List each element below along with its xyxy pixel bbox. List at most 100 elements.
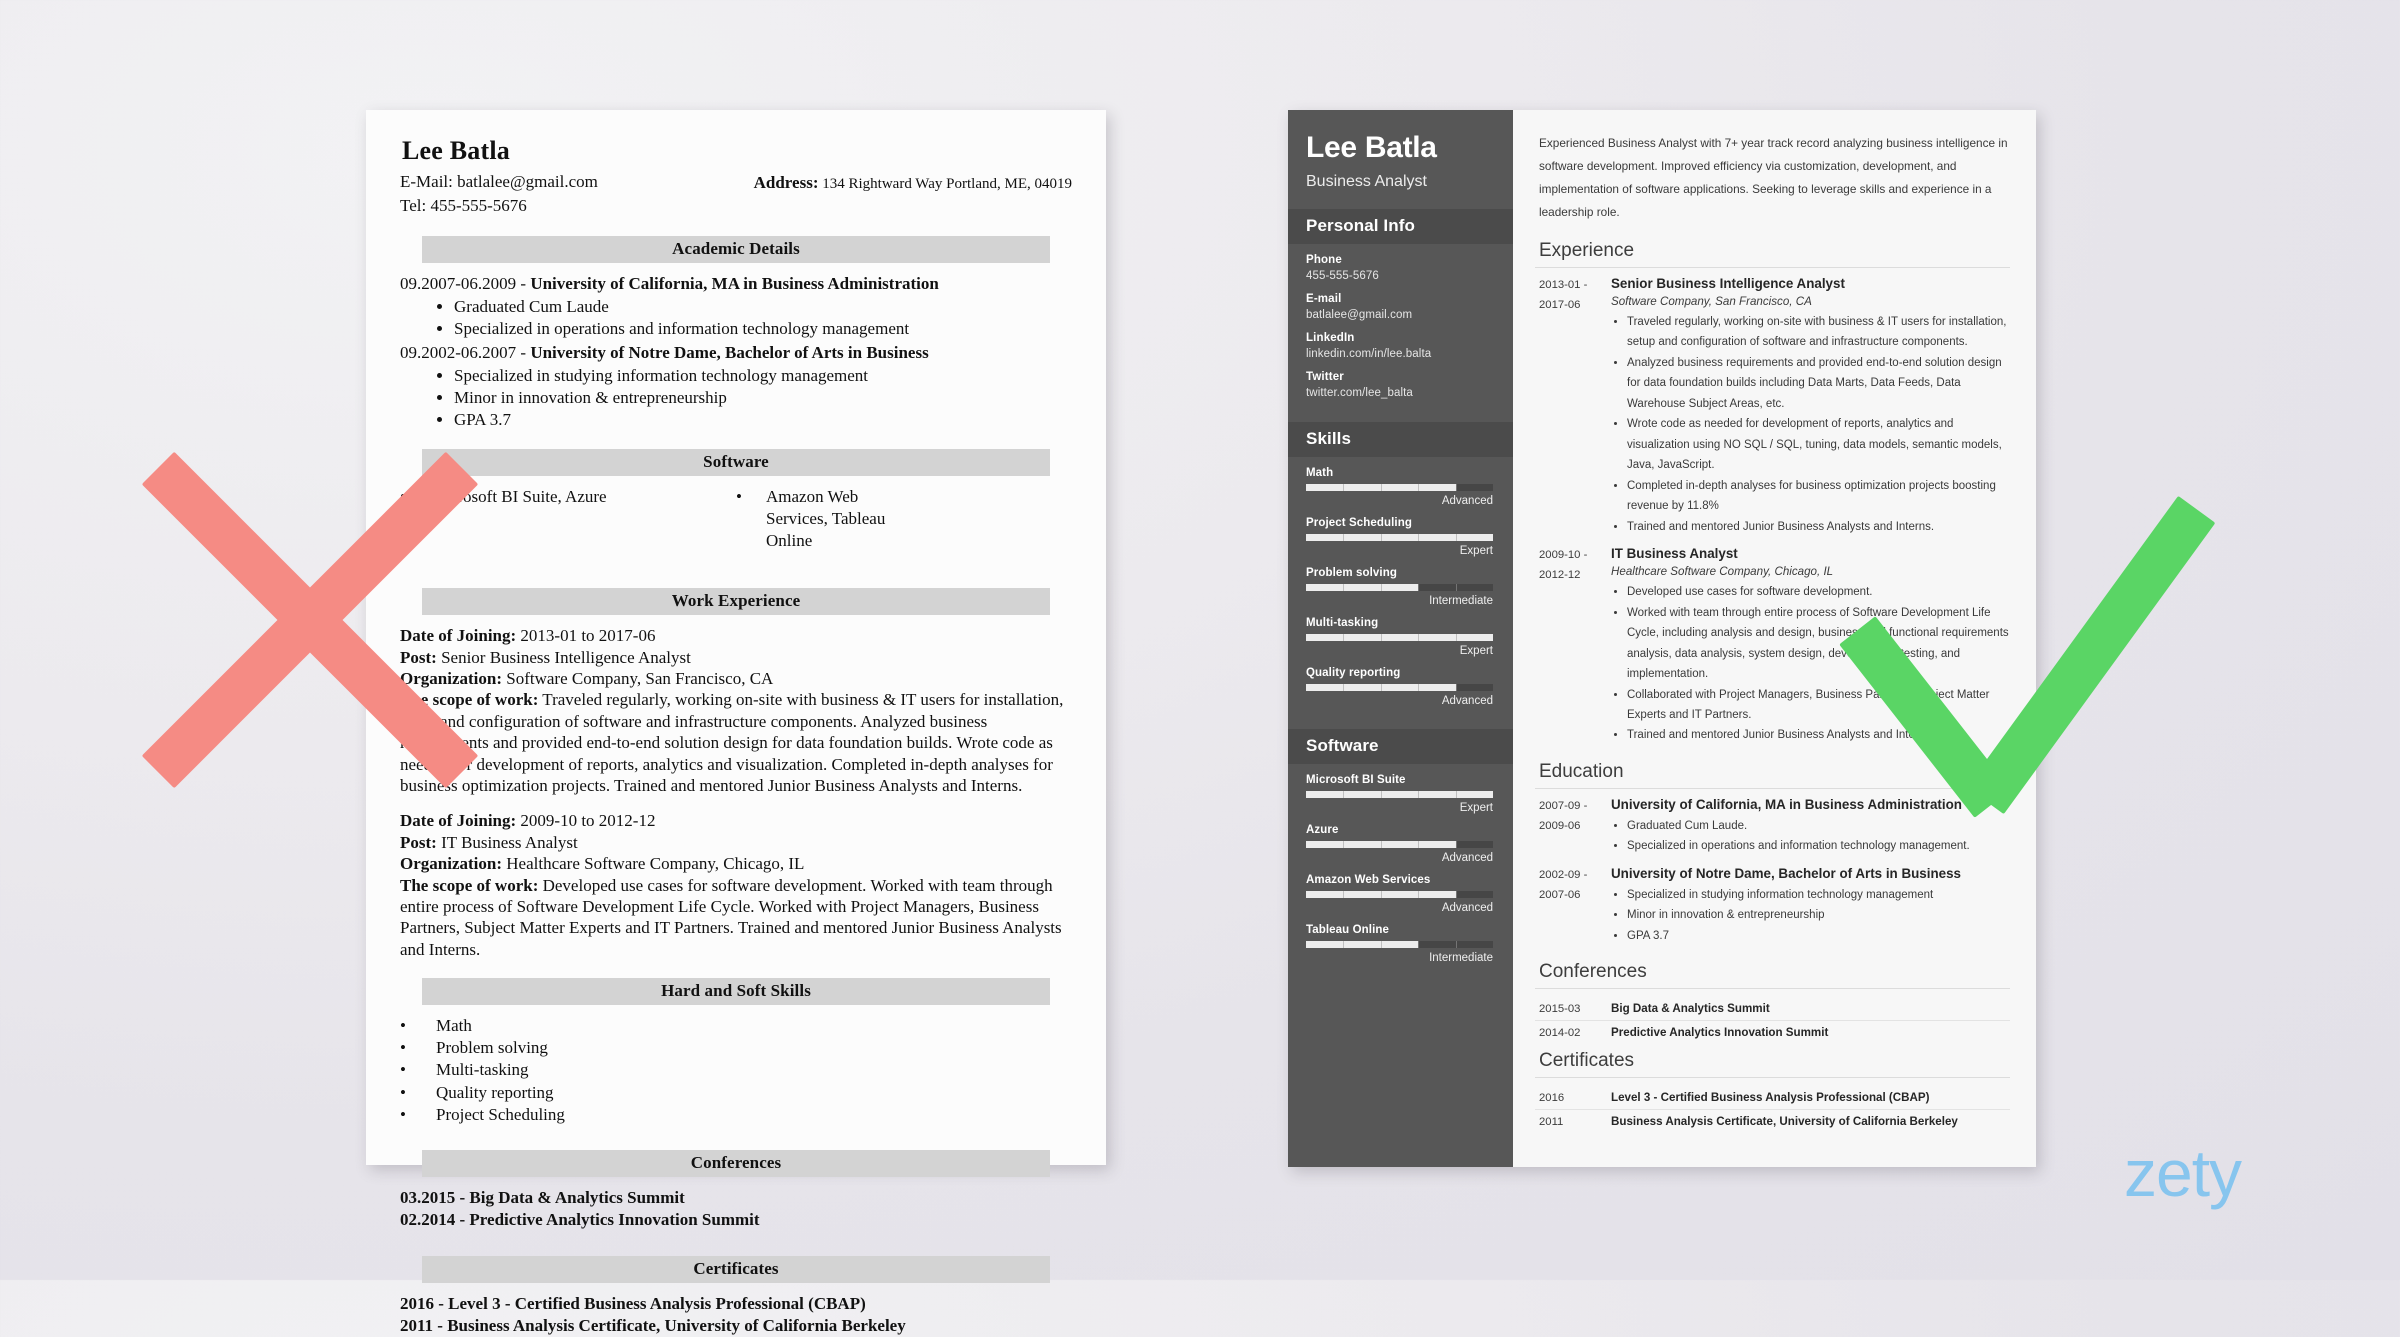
bar-tick <box>1455 840 1457 848</box>
skill-level: Expert <box>1459 644 1493 657</box>
bar-tick <box>1418 790 1420 798</box>
bad-skill-item: • Quality reporting <box>400 1082 1072 1104</box>
skill-progress-fill <box>1306 940 1419 948</box>
bad-edu-dates: 09.2002-06.2007 - <box>400 343 531 363</box>
experience-item: 2013-01 -2017-06 Senior Business Intellig… <box>1535 276 2010 537</box>
personal-info-field: Phone 455-555-5676 <box>1306 254 1493 282</box>
bar-tick <box>1418 483 1420 491</box>
bar-tick <box>1343 940 1345 948</box>
bad-conference-item: 02.2014 - Predictive Analytics Innovatio… <box>400 1210 760 1230</box>
entry-bullet: Worked with team through entire process … <box>1627 603 2010 685</box>
bar-tick <box>1455 890 1457 898</box>
bad-edu-dates: 09.2007-06.2009 - <box>400 274 531 294</box>
bad-skill-label: Quality reporting <box>436 1082 554 1102</box>
bar-tick <box>1380 940 1382 948</box>
bar-tick <box>1343 483 1345 491</box>
bar-tick <box>1455 790 1457 798</box>
skill-level: Advanced <box>1441 901 1493 914</box>
personal-info-field: LinkedIn linkedin.com/in/lee.balta <box>1306 332 1493 360</box>
skill-progress-fill <box>1306 533 1493 541</box>
skill-progress-bar <box>1306 533 1493 541</box>
skill-label: Amazon Web Services <box>1306 873 1431 886</box>
entry-date: 2002-09 -2007-06 <box>1539 868 1588 901</box>
skill-item: Project Scheduling Expert <box>1306 517 1493 557</box>
skill-label: Microsoft BI Suite <box>1306 773 1406 786</box>
row-title: Big Data & Analytics Summit <box>1611 1002 1770 1016</box>
rejected-resume-page: Lee Batla E-Mail: batlalee@gmail.com Tel… <box>366 110 1106 1335</box>
skill-label: Azure <box>1306 823 1339 836</box>
entry-bullets: Graduated Cum Laude.Specialized in opera… <box>1611 816 2010 857</box>
bad-resume-name: Lee Batla <box>402 136 510 165</box>
personal-info-value: 455-555-5676 <box>1306 269 1379 282</box>
bar-tick <box>1418 533 1420 541</box>
skills-bar-list: Math Advanced Project Scheduling Expert Prob… <box>1288 457 1513 729</box>
skill-progress-bar <box>1306 840 1493 848</box>
entry-date: 2009-10 -2012-12 <box>1539 549 1588 581</box>
personal-info-list: Phone 455-555-5676 E-mail batlalee@gmail.co… <box>1288 244 1513 422</box>
education-list: 2007-09 -2009-06 University of California… <box>1535 797 2010 946</box>
skill-item: Multi-tasking Expert <box>1306 617 1493 657</box>
bad-edu-bullets: Graduated Cum LaudeSpecialized in operat… <box>400 296 1072 340</box>
bullet-icon: • <box>400 1016 406 1036</box>
bad-skill-label: Math <box>436 1016 472 1036</box>
bad-certificate-item: 2011 - Business Analysis Certificate, Un… <box>400 1316 906 1336</box>
bar-tick <box>1455 533 1457 541</box>
bar-tick <box>1380 533 1382 541</box>
bad-section-hard-soft-skills: Hard and Soft Skills <box>422 978 1050 1006</box>
resume-sidebar: Lee Batla Business Analyst Personal Info… <box>1288 110 1513 1167</box>
skill-level: Advanced <box>1441 851 1493 864</box>
personal-info-label: LinkedIn <box>1306 331 1355 344</box>
zety-logo: zety <box>2124 1136 2242 1210</box>
skill-level: Intermediate <box>1429 594 1493 607</box>
skill-level: Advanced <box>1441 494 1493 507</box>
skill-progress-bar <box>1306 890 1493 898</box>
entry-title: University of Notre Dame, Bachelor of Ar… <box>1611 865 1961 881</box>
software-item: Amazon Web Services Advanced <box>1306 874 1493 914</box>
bad-work-list: Date of Joining: 2013-01 to 2017-06 Post:… <box>400 625 1072 960</box>
bar-tick <box>1455 483 1457 491</box>
entry-bullet: Specialized in operations and informatio… <box>1627 836 2010 856</box>
heading-education: Education <box>1535 755 2010 789</box>
skill-label: Problem solving <box>1306 566 1397 579</box>
skill-label: Multi-tasking <box>1306 616 1379 629</box>
bad-software-item: • Microsoft BI Suite, Azure <box>400 486 736 552</box>
bar-tick <box>1343 683 1345 691</box>
bad-section-academic-details: Academic Details <box>422 236 1050 264</box>
bullet-icon: • <box>400 1038 406 1058</box>
bad-skill-label: Multi-tasking <box>436 1060 529 1080</box>
bad-edu-bullet: Graduated Cum Laude <box>454 296 1072 318</box>
bar-tick <box>1343 583 1345 591</box>
bad-education-list: 09.2007-06.2009 - University of Californ… <box>400 273 1072 431</box>
entry-bullet: Analyzed business requirements and provi… <box>1627 353 2010 414</box>
bad-work-item: Date of Joining: 2013-01 to 2017-06 Post:… <box>400 626 1064 795</box>
heading-certificates: Certificates <box>1535 1044 2010 1079</box>
bar-tick <box>1380 483 1382 491</box>
entry-content: University of Notre Dame, Bachelor of Ar… <box>1601 866 2010 946</box>
sidebar-header: Lee Batla Business Analyst <box>1288 110 1513 209</box>
bad-software-item: • Amazon Web Services, Tableau Online <box>736 486 1072 552</box>
bad-skills-list: • Math • Problem solving • Multi-tasking • Qual… <box>400 1015 1072 1125</box>
bar-tick <box>1380 583 1382 591</box>
entry-bullet: Trained and mentored Junior Business Ana… <box>1627 517 2010 537</box>
heading-experience: Experience <box>1535 234 2010 268</box>
entry-bullets: Specialized in studying information tech… <box>1611 885 2010 946</box>
bad-section-conferences: Conferences <box>422 1149 1050 1177</box>
professional-summary: Experienced Business Analyst with 7+ yea… <box>1539 136 2008 219</box>
bad-resume-contact-row: E-Mail: batlalee@gmail.com Tel: 455-555-… <box>400 170 1072 218</box>
personal-info-label: Twitter <box>1306 370 1344 383</box>
bullet-icon: • <box>400 1082 406 1102</box>
bar-tick <box>1455 633 1457 641</box>
bar-tick <box>1418 683 1420 691</box>
skill-progress-bar <box>1306 633 1493 641</box>
skill-item: Quality reporting Advanced <box>1306 667 1493 707</box>
bad-resume-email: E-Mail: batlalee@gmail.com <box>400 172 598 191</box>
bar-tick <box>1380 890 1382 898</box>
entry-bullet: Trained and mentored Junior Business Ana… <box>1627 725 2010 745</box>
personal-info-field: E-mail batlalee@gmail.com <box>1306 293 1493 321</box>
entry-bullet: Specialized in studying information tech… <box>1627 885 2010 905</box>
conferences-list: 2015-03 Big Data & Analytics Summit 2014-0… <box>1535 997 2010 1044</box>
bar-tick <box>1343 890 1345 898</box>
bar-tick <box>1343 840 1345 848</box>
bad-skill-item: • Project Scheduling <box>400 1104 1072 1126</box>
software-item: Microsoft BI Suite Expert <box>1306 774 1493 814</box>
